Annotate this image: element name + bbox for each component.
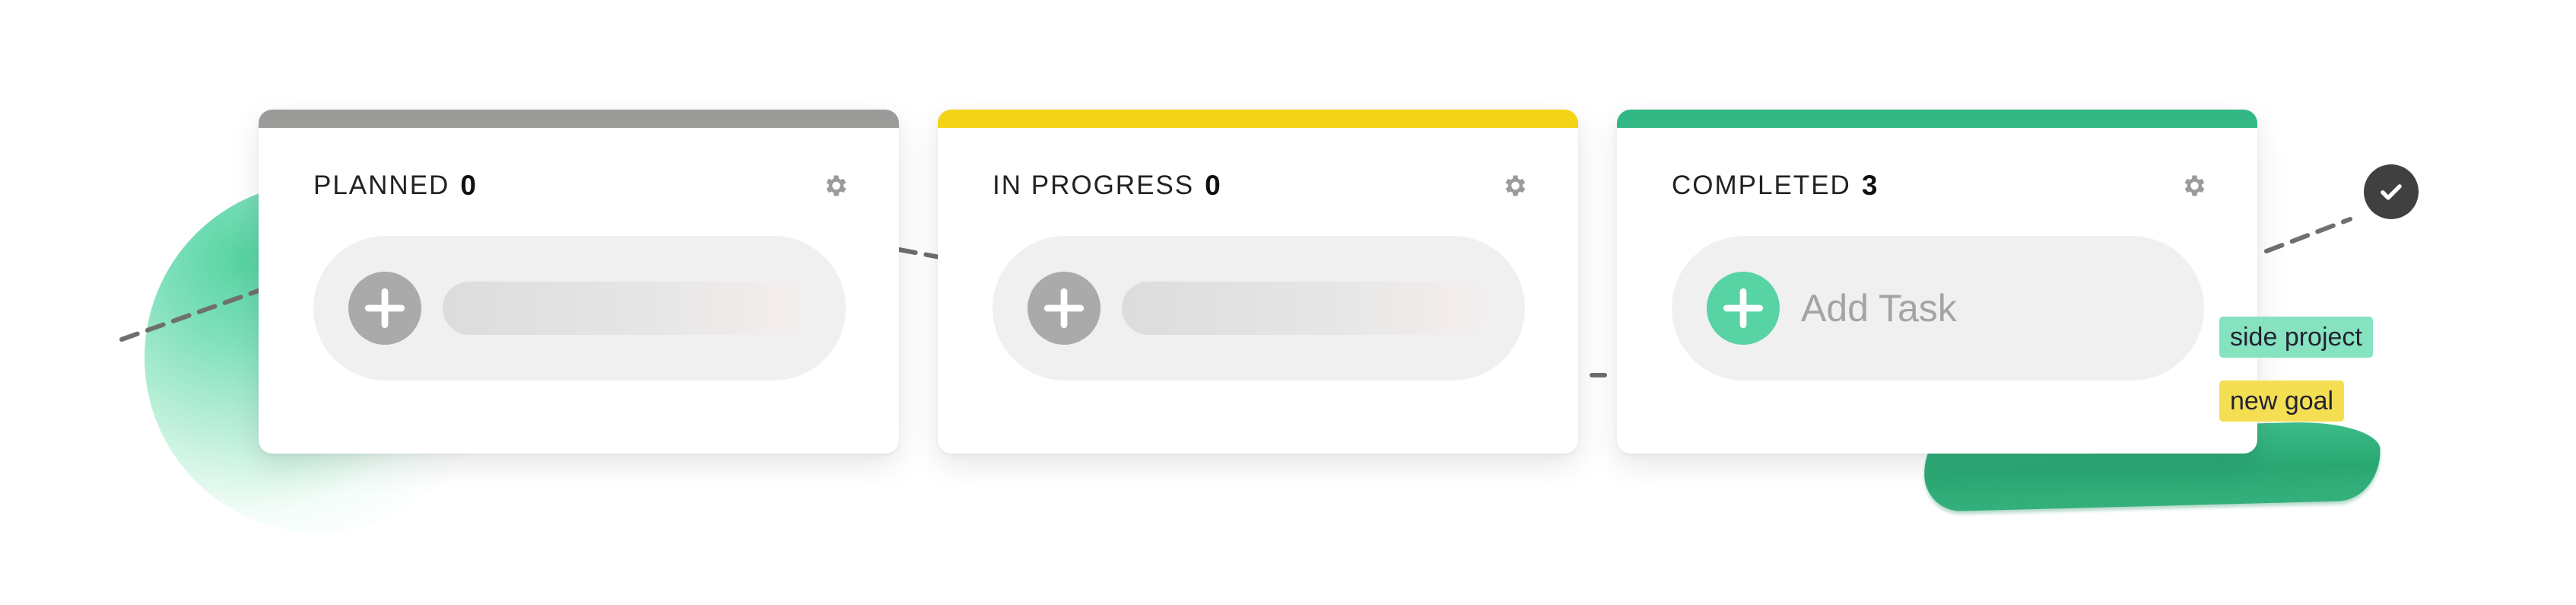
task-placeholder-bar bbox=[443, 282, 815, 335]
column-title: PLANNED bbox=[313, 170, 450, 200]
completed-column-header: COMPLETED 3 bbox=[1672, 166, 2207, 205]
planned-column-card: PLANNED 0 bbox=[259, 110, 899, 454]
in-progress-column-card: IN PROGRESS 0 bbox=[938, 110, 1578, 454]
task-count: 0 bbox=[460, 170, 476, 201]
add-task-row[interactable] bbox=[993, 236, 1525, 381]
completed-color-bar bbox=[1617, 110, 2257, 128]
add-task-label[interactable]: Add Task bbox=[1801, 236, 1957, 381]
planned-color-bar bbox=[259, 110, 899, 128]
planned-column-header: PLANNED 0 bbox=[313, 166, 849, 205]
checkmark-icon bbox=[2364, 164, 2419, 219]
in-progress-column-header: IN PROGRESS 0 bbox=[993, 166, 1528, 205]
plus-icon[interactable] bbox=[1028, 272, 1101, 345]
column-title: COMPLETED bbox=[1672, 170, 1851, 200]
tag-new-goal: new goal bbox=[2219, 381, 2345, 422]
in-progress-color-bar bbox=[938, 110, 1578, 128]
completed-column-card: COMPLETED 3 Add Task bbox=[1617, 110, 2257, 454]
gear-icon[interactable] bbox=[2180, 172, 2207, 199]
task-count: 3 bbox=[1861, 170, 1878, 201]
column-title: IN PROGRESS bbox=[993, 170, 1195, 200]
add-task-row[interactable] bbox=[313, 236, 846, 381]
task-count: 0 bbox=[1205, 170, 1221, 201]
task-placeholder-bar bbox=[1122, 282, 1494, 335]
plus-icon[interactable] bbox=[348, 272, 421, 345]
gear-icon[interactable] bbox=[1501, 172, 1528, 199]
tag-side-project: side project bbox=[2219, 317, 2373, 358]
plus-icon[interactable] bbox=[1707, 272, 1780, 345]
gear-icon[interactable] bbox=[821, 172, 849, 199]
add-task-row[interactable]: Add Task bbox=[1672, 236, 2204, 381]
